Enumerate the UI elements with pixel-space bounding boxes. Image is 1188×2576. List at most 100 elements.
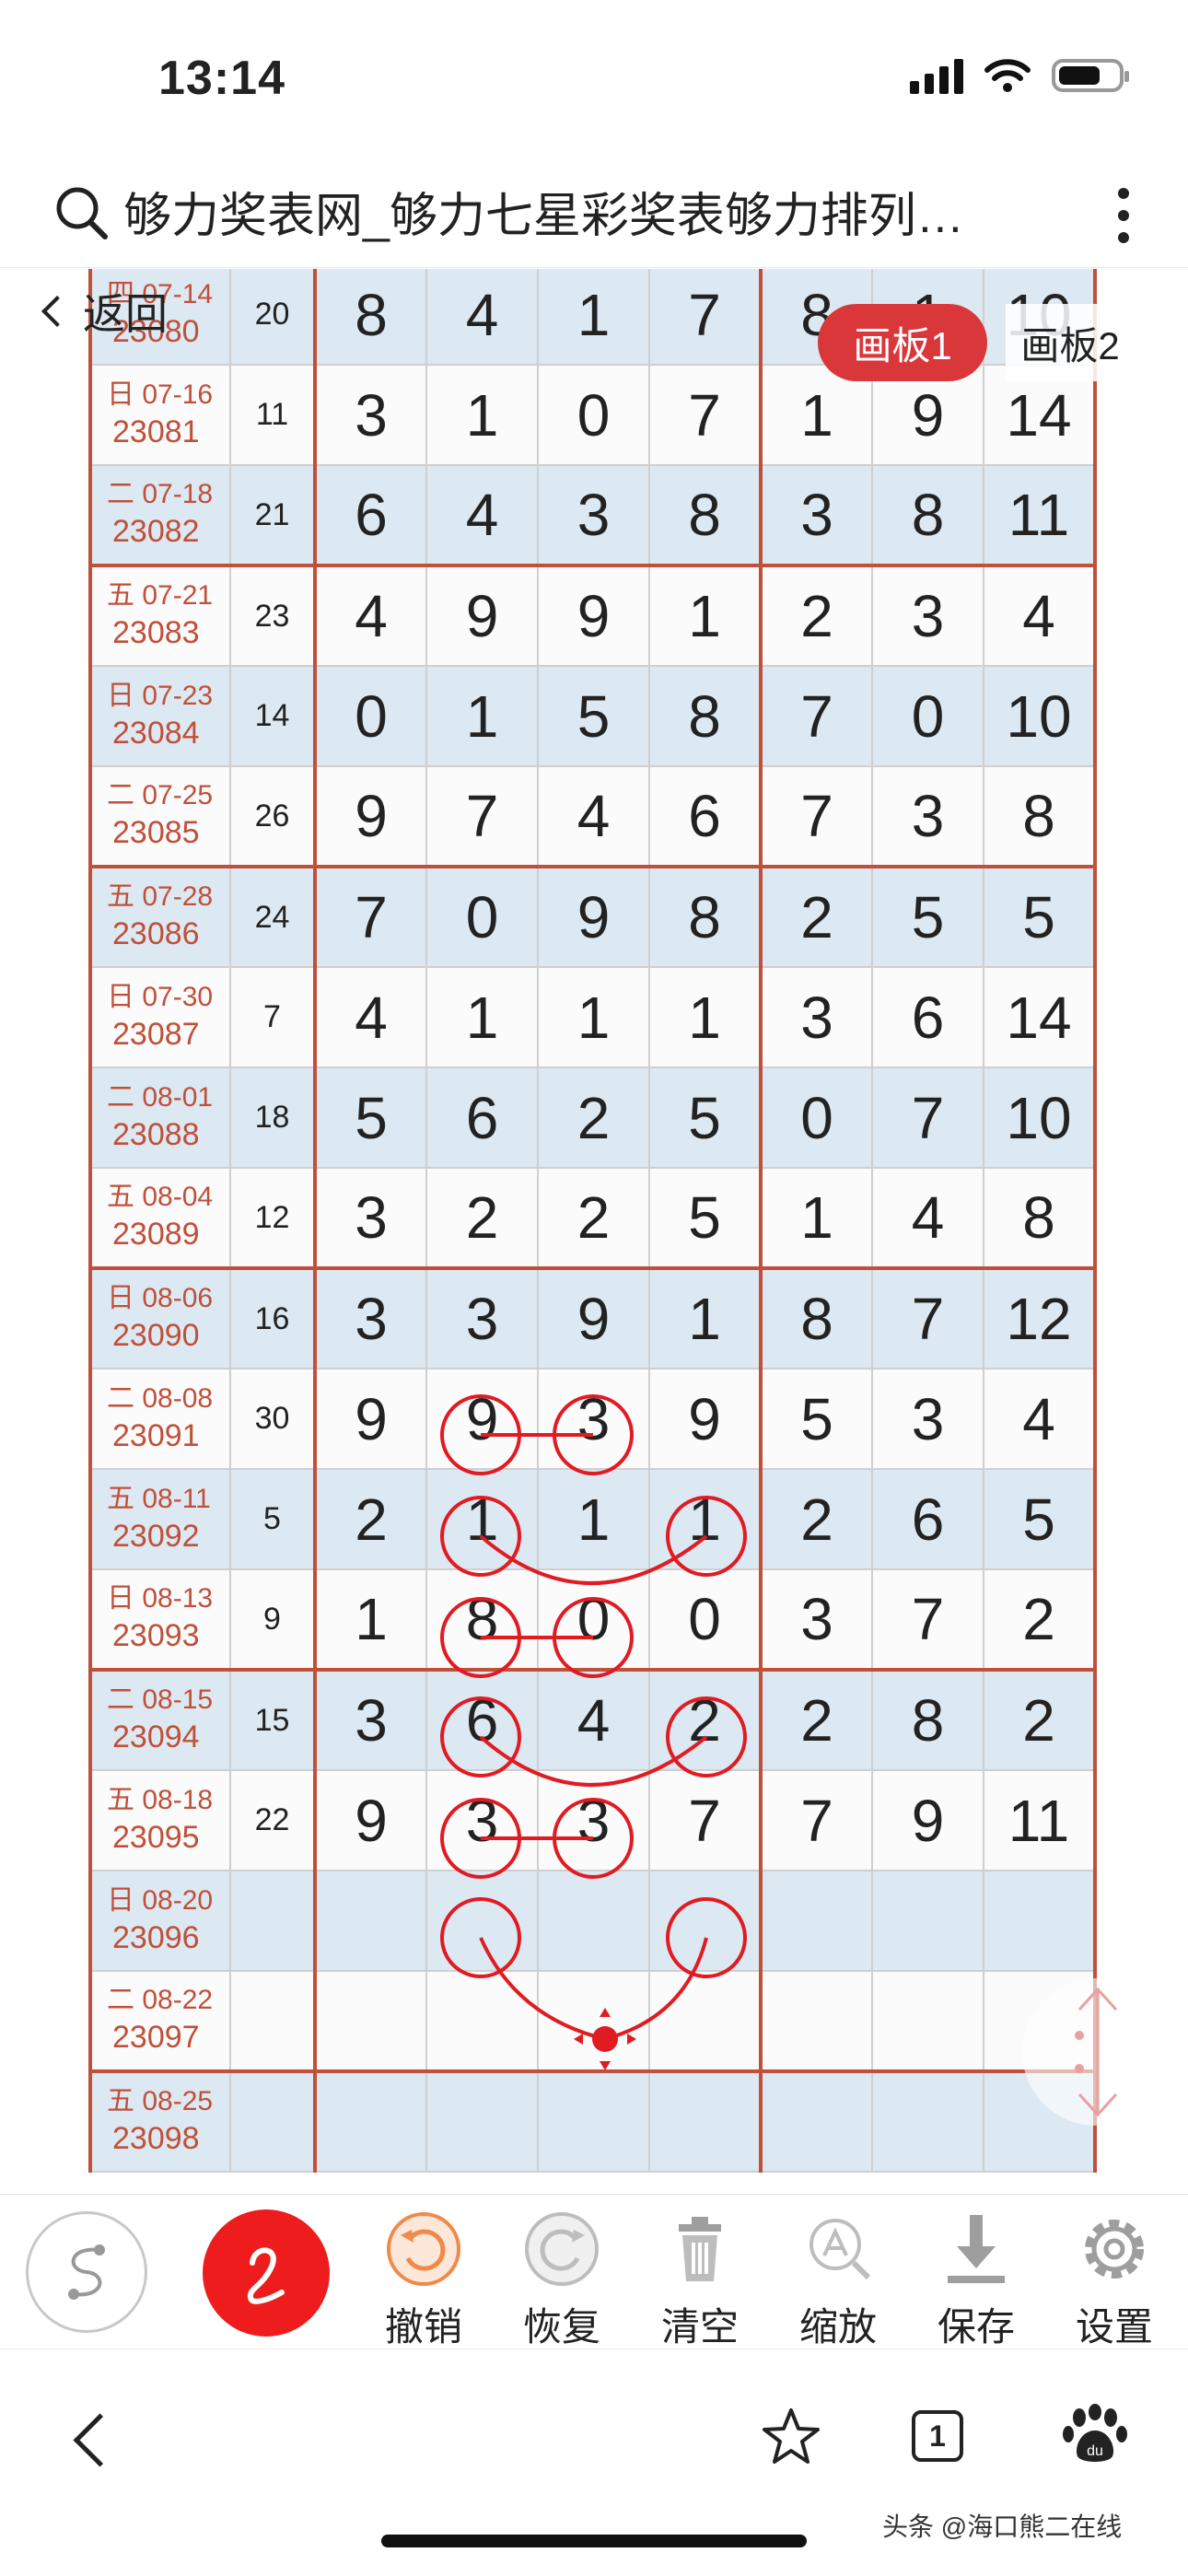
search-icon[interactable] bbox=[52, 182, 111, 241]
issue-number: 23081 bbox=[112, 414, 200, 449]
table-row: 五 08-04 23089 12 3 2 2 5 1 4 8 bbox=[88, 1167, 1097, 1269]
issue-number: 23086 bbox=[112, 916, 200, 951]
draw-date-cell: 二 08-01 23088 bbox=[88, 1067, 231, 1169]
number-cell: 8 bbox=[871, 464, 984, 566]
draw-date: 五 08-18 bbox=[107, 1784, 214, 1815]
number-cell: 6 bbox=[871, 966, 984, 1068]
issue-number: 23095 bbox=[112, 1819, 200, 1855]
scroll-arrows-icon bbox=[1075, 1987, 1118, 2117]
draw-date: 二 08-15 bbox=[107, 1684, 214, 1715]
settings-button[interactable]: 设置 bbox=[1059, 2208, 1170, 2352]
pen-tool-button[interactable] bbox=[203, 2209, 330, 2337]
number-cell: 1 bbox=[648, 564, 763, 667]
number-cell: 2 bbox=[648, 1668, 763, 1771]
number-cell: 1 bbox=[425, 364, 539, 466]
zoom-icon bbox=[809, 2219, 871, 2280]
number-cell bbox=[537, 1870, 650, 1972]
number-cell: 7 bbox=[760, 765, 873, 868]
number-cell bbox=[537, 2069, 650, 2173]
draw-date: 五 07-21 bbox=[107, 580, 214, 611]
number-cell: 3 bbox=[314, 1266, 427, 1370]
draw-date-cell: 日 08-20 23096 bbox=[88, 1870, 231, 1972]
gear-icon bbox=[1085, 2220, 1144, 2279]
issue-number: 23090 bbox=[112, 1318, 200, 1353]
svg-text:du: du bbox=[1087, 2443, 1103, 2459]
sum-cell: 22 bbox=[229, 1769, 317, 1871]
lottery-table: 四 07-14230802084178110日 07-1623081113107… bbox=[88, 269, 1097, 2173]
number-cell: 3 bbox=[537, 464, 650, 566]
draw-date-cell: 五 08-11 23092 bbox=[88, 1468, 231, 1570]
number-cell: 6 bbox=[425, 1067, 539, 1169]
draw-date-cell: 五 08-04 23089 bbox=[88, 1167, 231, 1269]
number-cell: 0 bbox=[425, 865, 539, 968]
number-cell: 5 bbox=[983, 1468, 1097, 1570]
issue-number: 23085 bbox=[112, 815, 200, 850]
number-cell: 4 bbox=[537, 765, 650, 868]
table-row: 二 08-15 23094 15 3 6 4 2 2 8 2 bbox=[88, 1668, 1097, 1771]
draw-date: 二 07-18 bbox=[107, 479, 214, 509]
scroll-handle[interactable] bbox=[1022, 1978, 1188, 2126]
number-cell: 11 bbox=[983, 464, 1097, 566]
back-button[interactable]: 返回 bbox=[41, 281, 168, 342]
more-menu-icon[interactable] bbox=[1118, 182, 1136, 254]
number-cell: 8 bbox=[648, 865, 763, 968]
number-cell: 5 bbox=[314, 1067, 427, 1169]
number-cell: 4 bbox=[983, 1368, 1097, 1470]
lottery-chart[interactable]: 四 07-14230802084178110日 07-1623081113107… bbox=[0, 269, 1188, 2192]
draw-date: 日 07-30 bbox=[107, 981, 214, 1012]
table-row: 五 08-25 23098 bbox=[88, 2069, 1097, 2173]
number-cell: 7 bbox=[871, 1067, 984, 1169]
browser-back-icon[interactable] bbox=[73, 2413, 127, 2467]
number-cell: 7 bbox=[648, 1769, 763, 1871]
draw-date: 二 08-01 bbox=[107, 1081, 214, 1113]
draw-date: 日 07-16 bbox=[107, 379, 214, 410]
clear-button[interactable]: 清空 bbox=[645, 2208, 755, 2352]
number-cell: 1 bbox=[648, 1468, 763, 1570]
draw-date-cell: 日 08-06 23090 bbox=[88, 1266, 231, 1370]
table-row: 二 08-22 23097 bbox=[88, 1970, 1097, 2072]
number-cell: 4 bbox=[983, 564, 1097, 667]
tab-canvas-1[interactable]: 画板1 bbox=[818, 304, 987, 381]
save-button[interactable]: 保存 bbox=[921, 2208, 1031, 2352]
zoom-label: 缩放 bbox=[798, 2305, 877, 2349]
draw-date-cell: 二 08-22 23097 bbox=[88, 1970, 231, 2072]
number-cell: 0 bbox=[871, 665, 984, 767]
table-row: 二 07-25 23085 26 9 7 4 6 7 3 8 bbox=[88, 765, 1097, 868]
number-cell bbox=[648, 2069, 763, 2173]
cellular-signal-icon bbox=[910, 57, 963, 94]
number-cell: 9 bbox=[314, 1368, 427, 1470]
draw-date: 五 08-11 bbox=[107, 1483, 211, 1514]
number-cell bbox=[871, 1870, 984, 1972]
number-cell bbox=[871, 1970, 984, 2072]
redo-button[interactable]: 恢复 bbox=[507, 2208, 617, 2352]
sum-cell bbox=[229, 2069, 317, 2173]
undo-button[interactable]: 撤销 bbox=[368, 2208, 479, 2352]
number-cell: 9 bbox=[537, 1266, 650, 1370]
tab-canvas-2[interactable]: 画板2 bbox=[1006, 304, 1135, 381]
download-icon bbox=[948, 2215, 1005, 2283]
number-cell: 1 bbox=[425, 665, 539, 767]
baidu-paw-icon[interactable]: du bbox=[1061, 2403, 1129, 2467]
draw-date-cell: 五 08-18 23095 bbox=[88, 1769, 231, 1871]
redo-icon bbox=[525, 2212, 599, 2286]
page-title[interactable]: 够力奖表网_够力七星彩奖表够力排列… bbox=[123, 177, 964, 246]
number-cell bbox=[760, 1970, 873, 2072]
undo-label: 撤销 bbox=[384, 2305, 462, 2349]
number-cell: 9 bbox=[871, 1769, 984, 1871]
number-cell: 3 bbox=[537, 1769, 650, 1871]
number-cell: 14 bbox=[983, 966, 1097, 1068]
number-cell: 3 bbox=[314, 364, 427, 466]
number-cell: 2 bbox=[760, 865, 873, 968]
tab-switcher-button[interactable]: 1 bbox=[912, 2410, 963, 2462]
number-cell: 0 bbox=[314, 665, 427, 767]
number-cell bbox=[314, 2069, 427, 2173]
number-cell: 10 bbox=[983, 1067, 1097, 1169]
zoom-button[interactable]: 缩放 bbox=[783, 2208, 893, 2352]
undo-icon bbox=[387, 2212, 460, 2286]
path-tool-button[interactable] bbox=[26, 2211, 147, 2333]
number-cell: 1 bbox=[537, 269, 650, 366]
bookmark-star-icon[interactable] bbox=[759, 2405, 823, 2469]
draw-date-cell: 二 07-25 23085 bbox=[88, 765, 231, 868]
address-bar[interactable]: 够力奖表网_够力七星彩奖表够力排列… bbox=[0, 157, 1188, 268]
number-cell: 8 bbox=[648, 665, 763, 767]
